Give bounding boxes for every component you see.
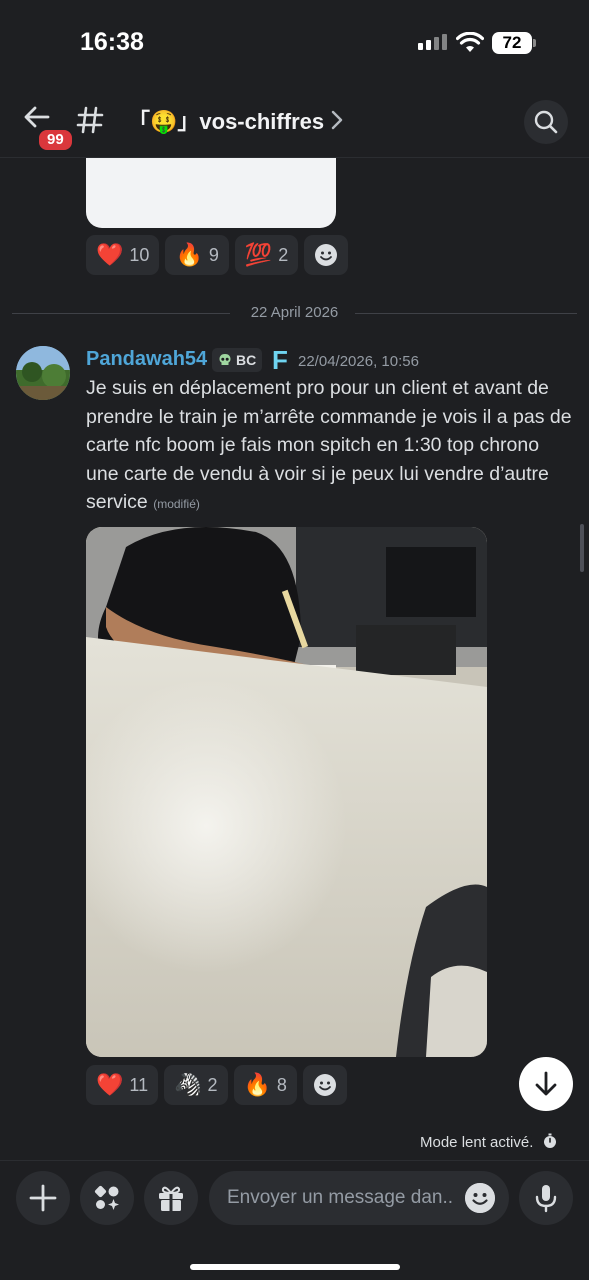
status-time: 16:38 [80, 28, 144, 56]
reaction-fire[interactable]: 🔥 9 [165, 235, 229, 275]
message-author[interactable]: Pandawah54 [86, 348, 207, 371]
divider-line-right [355, 313, 577, 314]
zebra-emoji-icon: 🦓 [174, 1072, 202, 1098]
add-reaction-button[interactable] [304, 235, 349, 275]
avatar[interactable] [16, 346, 70, 400]
previous-message-image[interactable] [86, 158, 336, 228]
apps-icon [94, 1185, 119, 1210]
stopwatch-icon [543, 1133, 556, 1148]
battery-tip [533, 39, 536, 47]
text-channel-icon [76, 106, 104, 134]
unread-count-badge: 99 [36, 127, 75, 153]
add-reaction-button[interactable] [302, 1065, 347, 1105]
message-timestamp: 22/04/2026, 10:56 [298, 353, 419, 370]
reaction-hundred[interactable]: 💯 2 [234, 235, 299, 275]
slowmode-indicator: Mode lent activé. [420, 1133, 558, 1151]
reaction-fire[interactable]: 🔥 8 [233, 1065, 297, 1105]
reaction-count: 8 [276, 1074, 287, 1095]
smiley-icon [465, 1183, 495, 1213]
fire-emoji-icon: 🔥 [175, 242, 203, 268]
search-icon [534, 110, 558, 134]
attach-button[interactable] [16, 1171, 70, 1225]
search-button[interactable] [524, 100, 568, 144]
edited-label: (modifié) [153, 497, 200, 511]
scrollbar[interactable] [580, 524, 584, 572]
reaction-count: 11 [129, 1074, 149, 1095]
skull-icon [219, 354, 231, 365]
heart-emoji-icon: ❤️ [96, 242, 124, 268]
gift-button[interactable] [144, 1171, 198, 1225]
arrow-down-icon [535, 1071, 557, 1096]
home-indicator[interactable] [190, 1264, 400, 1270]
date-divider: 22 April 2026 [12, 302, 577, 324]
message-input[interactable] [209, 1171, 509, 1225]
jump-to-present-button[interactable] [519, 1057, 573, 1111]
reaction-heart[interactable]: ❤️ 11 [86, 1065, 159, 1105]
reaction-heart[interactable]: ❤️ 10 [86, 235, 160, 275]
gift-icon [159, 1186, 183, 1211]
channel-name[interactable]: 「🤑」vos-chiffres [128, 104, 324, 136]
status-bar: 16:38 72 [0, 0, 589, 80]
reaction-count: 10 [129, 244, 150, 265]
message-reactions: ❤️ 11 🦓 2 🔥 8 [86, 1065, 347, 1105]
message-composer [0, 1160, 589, 1280]
reaction-zebra[interactable]: 🦓 2 [164, 1065, 228, 1105]
voice-message-button[interactable] [519, 1171, 573, 1225]
cellular-signal-icon [418, 34, 447, 50]
battery-icon: 72 [492, 32, 532, 54]
role-icon: F [272, 345, 288, 375]
emoji-picker-button[interactable] [465, 1183, 495, 1213]
smiley-icon [315, 244, 338, 266]
server-tag-badge[interactable]: BC [212, 348, 263, 372]
chevron-right-icon [331, 110, 343, 130]
fire-emoji-icon: 🔥 [243, 1072, 271, 1098]
plus-icon [29, 1184, 57, 1212]
message-content: Je suis en déplacement pro pour un clien… [86, 374, 576, 519]
hundred-emoji-icon: 💯 [244, 242, 273, 268]
smiley-icon [313, 1074, 336, 1096]
apps-button[interactable] [80, 1171, 134, 1225]
server-tag-label: BC [236, 352, 257, 368]
image-attachment[interactable] [86, 527, 487, 1057]
slowmode-text: Mode lent activé. [420, 1134, 534, 1151]
microphone-icon [535, 1185, 557, 1213]
message-text: Je suis en déplacement pro pour un clien… [86, 377, 572, 513]
previous-reactions: ❤️ 10 🔥 9 💯 2 [86, 235, 349, 275]
attachment-photo [86, 527, 487, 1057]
reaction-count: 9 [208, 244, 219, 265]
reaction-count: 2 [207, 1074, 218, 1095]
wifi-icon [456, 32, 484, 52]
landscape-avatar-image [16, 346, 70, 400]
channel-header: 99 「🤑」vos-chiffres [0, 80, 589, 158]
reaction-count: 2 [278, 244, 289, 265]
heart-emoji-icon: ❤️ [96, 1072, 124, 1098]
